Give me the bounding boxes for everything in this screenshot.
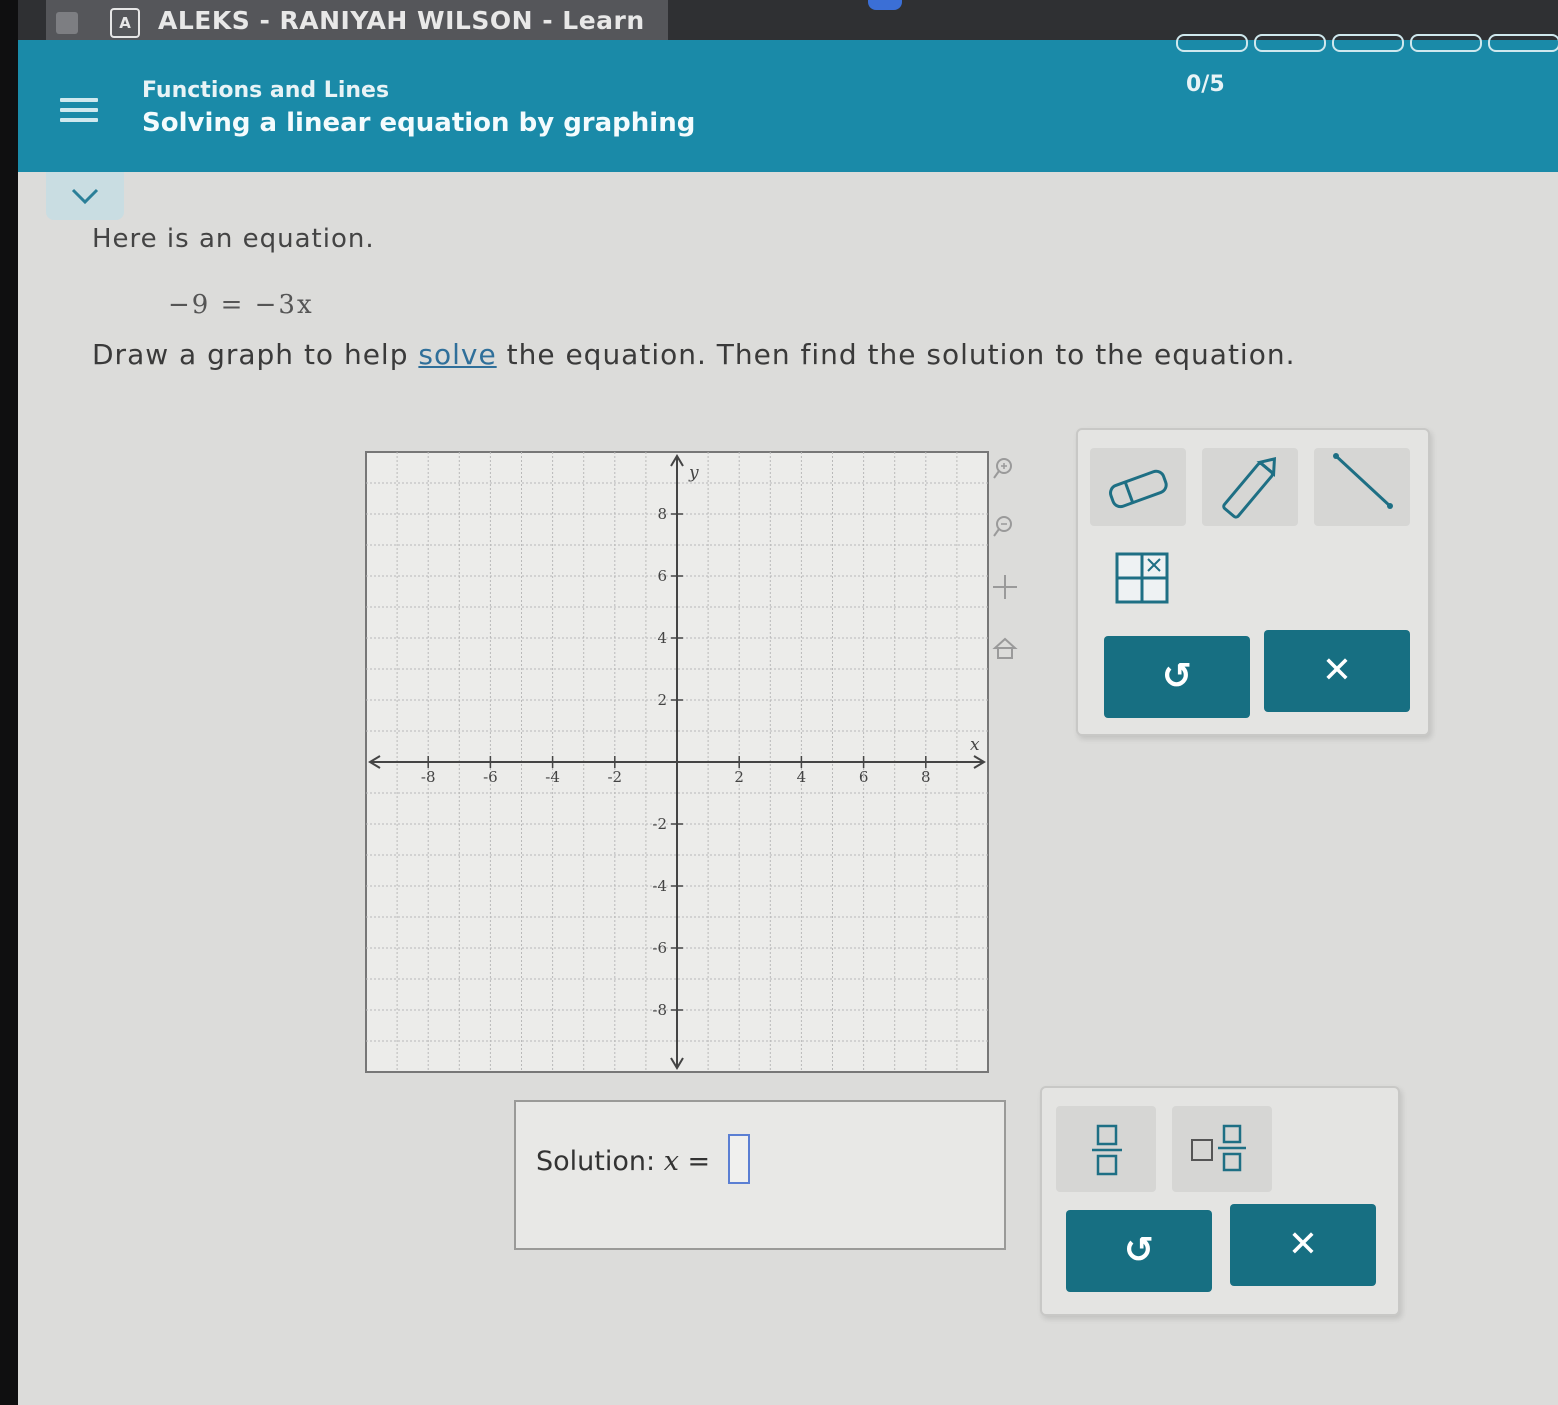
zoom-out-icon[interactable] (990, 512, 1020, 542)
y-tick-label: 8 (657, 505, 667, 523)
home-icon[interactable] (990, 634, 1020, 664)
x-tick-label: 4 (797, 768, 807, 786)
fraction-icon (1092, 1124, 1122, 1176)
solve-link[interactable]: solve (418, 338, 496, 371)
x-tick-label: 8 (921, 768, 931, 786)
answer-undo-button[interactable]: ↺ (1066, 1210, 1212, 1292)
menu-icon[interactable] (60, 98, 98, 132)
solution-variable: x (663, 1146, 679, 1177)
problem-equation: −9 = −3x (168, 290, 314, 320)
x-tick-label: -6 (483, 768, 498, 786)
topic-title: Functions and Lines (142, 78, 390, 103)
fraction-button[interactable] (1056, 1106, 1156, 1192)
eraser-icon (1109, 469, 1168, 509)
y-tick-label: 2 (657, 691, 667, 709)
progress-segment (1488, 34, 1558, 52)
y-tick-label: -8 (652, 1001, 667, 1019)
graph-clear-button[interactable]: ✕ (1264, 630, 1410, 712)
instruction-text: Draw a graph to help (92, 338, 419, 371)
problem-intro: Here is an equation. (92, 224, 375, 254)
y-tick-label: -2 (652, 815, 667, 833)
progress-segment (1176, 34, 1248, 52)
lesson-title: Solving a linear equation by graphing (142, 108, 696, 138)
lesson-header: Functions and Lines Solving a linear equ… (18, 34, 1558, 172)
graph-tool-panel: ↺ ✕ (1076, 428, 1430, 736)
pencil-tool-button[interactable] (1202, 448, 1298, 526)
progress-segment (1410, 34, 1482, 52)
zoom-in-icon[interactable] (990, 454, 1020, 484)
x-tick-label: -8 (421, 768, 436, 786)
line-tool-button[interactable] (1314, 448, 1410, 526)
y-tick-label: 6 (657, 567, 667, 585)
tab-indicator (868, 0, 902, 10)
solution-box: Solution: x = (514, 1100, 1006, 1250)
table-icon (1115, 552, 1169, 604)
graph-area[interactable]: -8 -8 -6 -6 -4 -4 -2 -2 2 2 4 4 6 6 8 8 x y (356, 442, 998, 1082)
progress-segment (1254, 34, 1326, 52)
instruction-text: the equation. Then find the solution to … (496, 338, 1296, 371)
table-tool-button[interactable] (1102, 542, 1172, 612)
answer-clear-button[interactable]: ✕ (1230, 1204, 1376, 1286)
collapse-toggle[interactable] (46, 172, 124, 220)
solution-label: Solution: x = (536, 1146, 710, 1177)
answer-input[interactable] (728, 1134, 750, 1184)
graph-undo-button[interactable]: ↺ (1104, 636, 1250, 718)
tab-close-icon[interactable] (56, 12, 78, 34)
problem-instruction: Draw a graph to help solve the equation.… (92, 338, 1296, 371)
x-axis-label: x (970, 735, 980, 755)
eraser-tool-button[interactable] (1090, 448, 1186, 526)
x-tick-label: -4 (545, 768, 560, 786)
y-tick-label: -6 (652, 939, 667, 957)
mixed-number-icon (1191, 1124, 1246, 1172)
mixed-number-button[interactable] (1172, 1106, 1272, 1192)
screen-bezel (0, 0, 18, 1405)
coordinate-plane[interactable]: -8 -8 -6 -6 -4 -4 -2 -2 2 2 4 4 6 6 8 8 x y (356, 442, 998, 1082)
answer-tool-panel: ↺ ✕ (1040, 1086, 1400, 1316)
progress-segment (1332, 34, 1404, 52)
x-tick-label: -2 (607, 768, 622, 786)
aleks-logo-icon: A (110, 8, 140, 38)
y-tick-label: -4 (652, 877, 667, 895)
tab-title: ALEKS - RANIYAH WILSON - Learn (158, 6, 645, 35)
y-axis-label: y (688, 463, 699, 483)
solution-label-text: Solution: (536, 1146, 656, 1177)
line-tool-icon (1333, 453, 1393, 509)
move-icon[interactable] (990, 572, 1020, 602)
solution-equals: = (687, 1146, 711, 1177)
progress-bar (1176, 34, 1558, 52)
y-tick-label: 4 (657, 629, 667, 647)
x-tick-label: 2 (734, 768, 744, 786)
progress-count: 0/5 (1186, 72, 1225, 97)
chevron-down-icon (71, 188, 99, 205)
x-tick-label: 6 (859, 768, 869, 786)
pencil-icon (1222, 456, 1277, 519)
